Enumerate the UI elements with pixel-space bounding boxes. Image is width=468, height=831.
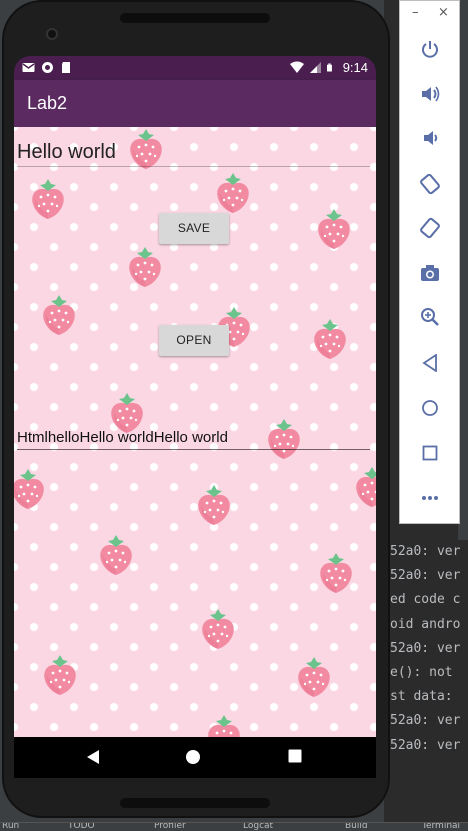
strawberry-decoration — [310, 317, 350, 361]
emulator-phone-frame: 9:14 Lab2 Hello world SAVE OPEN Htmlhell… — [2, 0, 390, 818]
log-line: 52a0: ver — [390, 544, 461, 559]
phone-speaker — [120, 798, 270, 808]
status-time: 9:14 — [342, 60, 368, 75]
statusbar-terminal[interactable]: Terminal — [422, 823, 460, 831]
strawberry-decoration — [204, 713, 244, 737]
volume-down-icon[interactable] — [417, 125, 443, 151]
log-line: st data: — [390, 689, 453, 705]
camera-icon[interactable] — [417, 260, 443, 286]
phone-camera — [46, 28, 58, 40]
phone-speaker — [120, 13, 270, 23]
battery-icon — [326, 63, 332, 72]
strawberry-decoration — [96, 533, 136, 577]
statusbar-build[interactable]: Build — [345, 823, 368, 831]
close-button[interactable]: × — [438, 5, 449, 20]
gmail-icon — [22, 63, 35, 72]
zoom-icon[interactable] — [417, 304, 443, 330]
device-screen: 9:14 Lab2 Hello world SAVE OPEN Htmlhell… — [14, 56, 376, 778]
open-button[interactable]: OPEN — [159, 325, 229, 356]
strawberry-decoration — [14, 467, 48, 511]
back-icon[interactable] — [417, 350, 443, 376]
strawberry-decoration — [39, 293, 79, 337]
overview-icon[interactable] — [417, 440, 443, 466]
statusbar-todo[interactable]: TODO — [68, 823, 95, 831]
log-line: e(): not — [390, 664, 453, 680]
log-line: 52a0: ver — [390, 640, 461, 656]
hello-edit-text[interactable]: Hello world — [17, 139, 370, 167]
sd-card-icon — [62, 62, 70, 73]
strawberry-decoration — [28, 177, 68, 221]
log-line: ed code c — [390, 592, 461, 608]
rotate-right-icon[interactable] — [417, 215, 443, 241]
statusbar-run[interactable]: Run — [2, 823, 19, 831]
record-icon — [42, 62, 53, 73]
more-icon[interactable] — [417, 485, 443, 511]
app-toolbar: Lab2 — [14, 80, 376, 127]
signal-icon — [309, 62, 321, 73]
strawberry-decoration — [316, 551, 356, 595]
app-title: Lab2 — [27, 93, 68, 113]
nav-overview-icon[interactable] — [288, 749, 302, 763]
power-icon[interactable] — [417, 36, 443, 62]
strawberry-decoration — [198, 607, 238, 651]
strawberry-decoration — [352, 465, 376, 509]
emulator-toolbar: – × — [399, 0, 460, 524]
strawberry-decoration — [125, 245, 165, 289]
log-line: 52a0: ver — [390, 568, 461, 584]
android-nav-bar — [14, 737, 376, 778]
statusbar-profiler[interactable]: Profiler — [154, 823, 186, 831]
strawberry-decoration — [314, 207, 354, 251]
ide-statusbar: Run TODO Profiler Logcat Build Terminal — [0, 822, 468, 831]
home-icon[interactable] — [417, 395, 443, 421]
statusbar-logcat[interactable]: Logcat — [243, 823, 273, 831]
log-line: 52a0: ver — [390, 737, 461, 753]
result-text: HtmlhelloHello worldHello world — [17, 428, 370, 450]
logcat-panel: 52a0: ver 52a0: ver ed code c oid andro … — [384, 540, 468, 822]
strawberry-decoration — [213, 171, 253, 215]
rotate-left-icon[interactable] — [417, 171, 443, 197]
volume-up-icon[interactable] — [417, 81, 443, 107]
save-button[interactable]: SAVE — [159, 213, 229, 244]
strawberry-decoration — [294, 655, 334, 699]
log-line: oid andro — [390, 616, 461, 632]
strawberry-decoration — [194, 483, 234, 527]
app-content: Hello world SAVE OPEN HtmlhelloHello wor… — [14, 127, 376, 737]
android-status-bar: 9:14 — [14, 56, 376, 80]
wifi-icon — [289, 61, 304, 73]
nav-home-icon[interactable] — [185, 749, 201, 765]
nav-back-icon[interactable] — [86, 749, 100, 765]
log-line: 52a0: ver — [390, 713, 461, 729]
minimize-button[interactable]: – — [412, 5, 419, 20]
strawberry-decoration — [40, 653, 80, 697]
